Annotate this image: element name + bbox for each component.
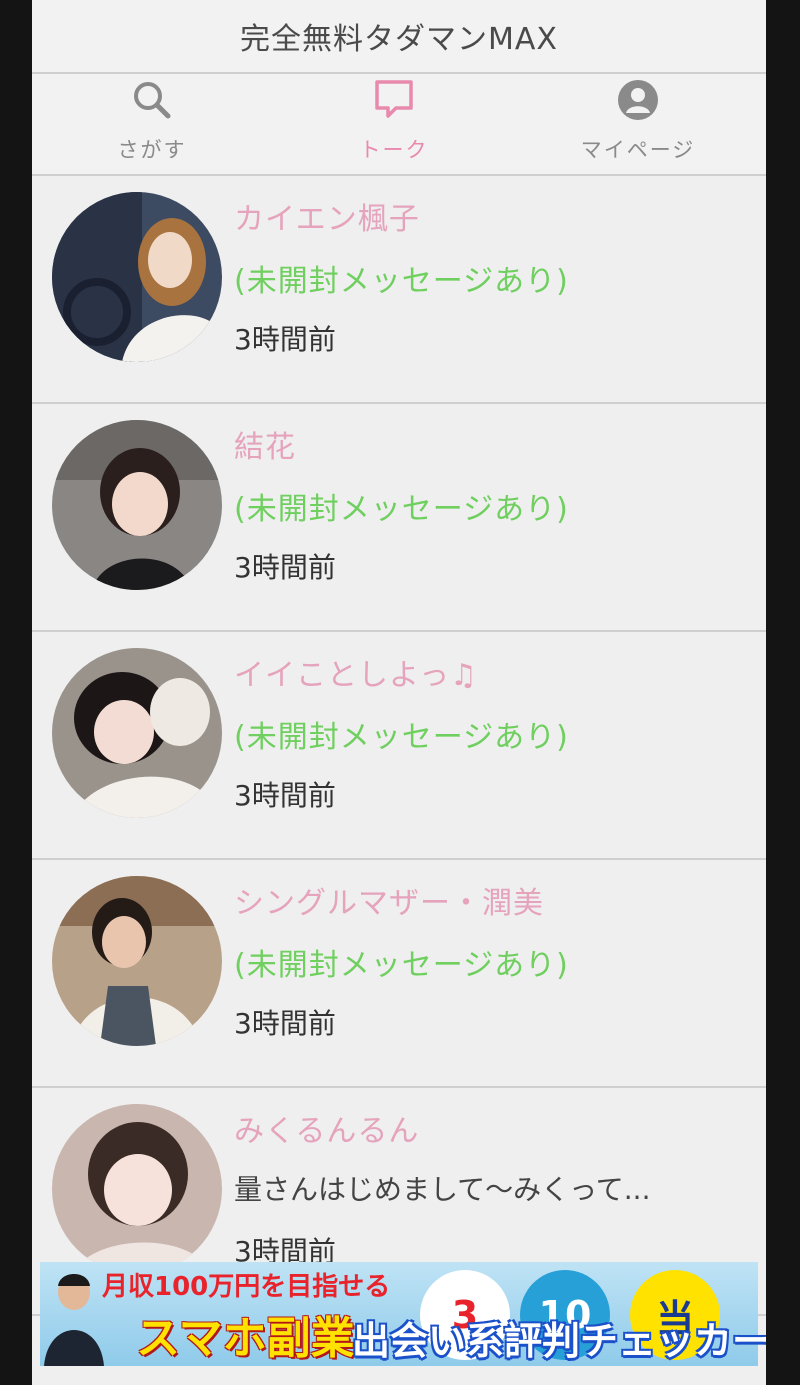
- tab-talk[interactable]: トーク: [294, 74, 494, 174]
- app-title: 完全無料タダマンMAX: [240, 22, 558, 57]
- timestamp: 3時間前: [234, 323, 336, 356]
- banner-subheadline: スマホ副業: [136, 1313, 355, 1364]
- app-header: 完全無料タダマンMAX: [32, 0, 766, 74]
- tab-talk-label: トーク: [359, 138, 429, 162]
- conversation-row[interactable]: イイことしよっ♫ (未開封メッセージあり) 3時間前: [32, 632, 766, 860]
- watermark-text: 出会い系評判チェッカー: [352, 1319, 766, 1363]
- contact-name: 結花: [234, 430, 296, 465]
- contact-name: カイエン楓子: [234, 202, 420, 237]
- tab-search-label: さがす: [117, 138, 187, 162]
- chat-bubble-icon: [372, 78, 416, 122]
- tab-search[interactable]: さがす: [52, 74, 252, 174]
- unread-notice: (未開封メッセージあり): [234, 948, 569, 983]
- contact-name: シングルマザー・潤美: [234, 886, 544, 921]
- conversation-row[interactable]: 結花 (未開封メッセージあり) 3時間前: [32, 404, 766, 632]
- avatar: [52, 1104, 222, 1274]
- conversation-row[interactable]: カイエン楓子 (未開封メッセージあり) 3時間前: [32, 176, 766, 404]
- app-screen: 完全無料タダマンMAX さがす トーク マイページ カイエン楓子 (未開封メッセ…: [32, 0, 766, 1385]
- contact-name: イイことしよっ♫: [234, 658, 478, 693]
- message-preview: 量さんはじめまして〜みくって...: [234, 1173, 651, 1206]
- timestamp: 3時間前: [234, 551, 336, 584]
- banner-headline: 月収100万円を目指せる: [102, 1272, 391, 1302]
- unread-notice: (未開封メッセージあり): [234, 720, 569, 755]
- tab-mypage-label: マイページ: [580, 138, 696, 162]
- user-circle-icon: [616, 78, 660, 122]
- banner-person-image: [44, 1266, 104, 1366]
- avatar: [52, 192, 222, 362]
- conversation-row[interactable]: シングルマザー・潤美 (未開封メッセージあり) 3時間前: [32, 860, 766, 1088]
- contact-name: みくるんるん: [234, 1114, 420, 1149]
- timestamp: 3時間前: [234, 779, 336, 812]
- conversation-list: カイエン楓子 (未開封メッセージあり) 3時間前 結花 (未開封メッセージあり)…: [32, 176, 766, 1316]
- avatar: [52, 420, 222, 590]
- avatar: [52, 648, 222, 818]
- unread-notice: (未開封メッセージあり): [234, 264, 569, 299]
- tab-mypage[interactable]: マイページ: [538, 74, 738, 174]
- unread-notice: (未開封メッセージあり): [234, 492, 569, 527]
- phone-frame-left: [0, 0, 32, 1385]
- search-icon: [130, 78, 174, 122]
- timestamp: 3時間前: [234, 1007, 336, 1040]
- tab-bar: さがす トーク マイページ: [32, 74, 766, 176]
- phone-frame-right: [766, 0, 800, 1385]
- avatar: [52, 876, 222, 1046]
